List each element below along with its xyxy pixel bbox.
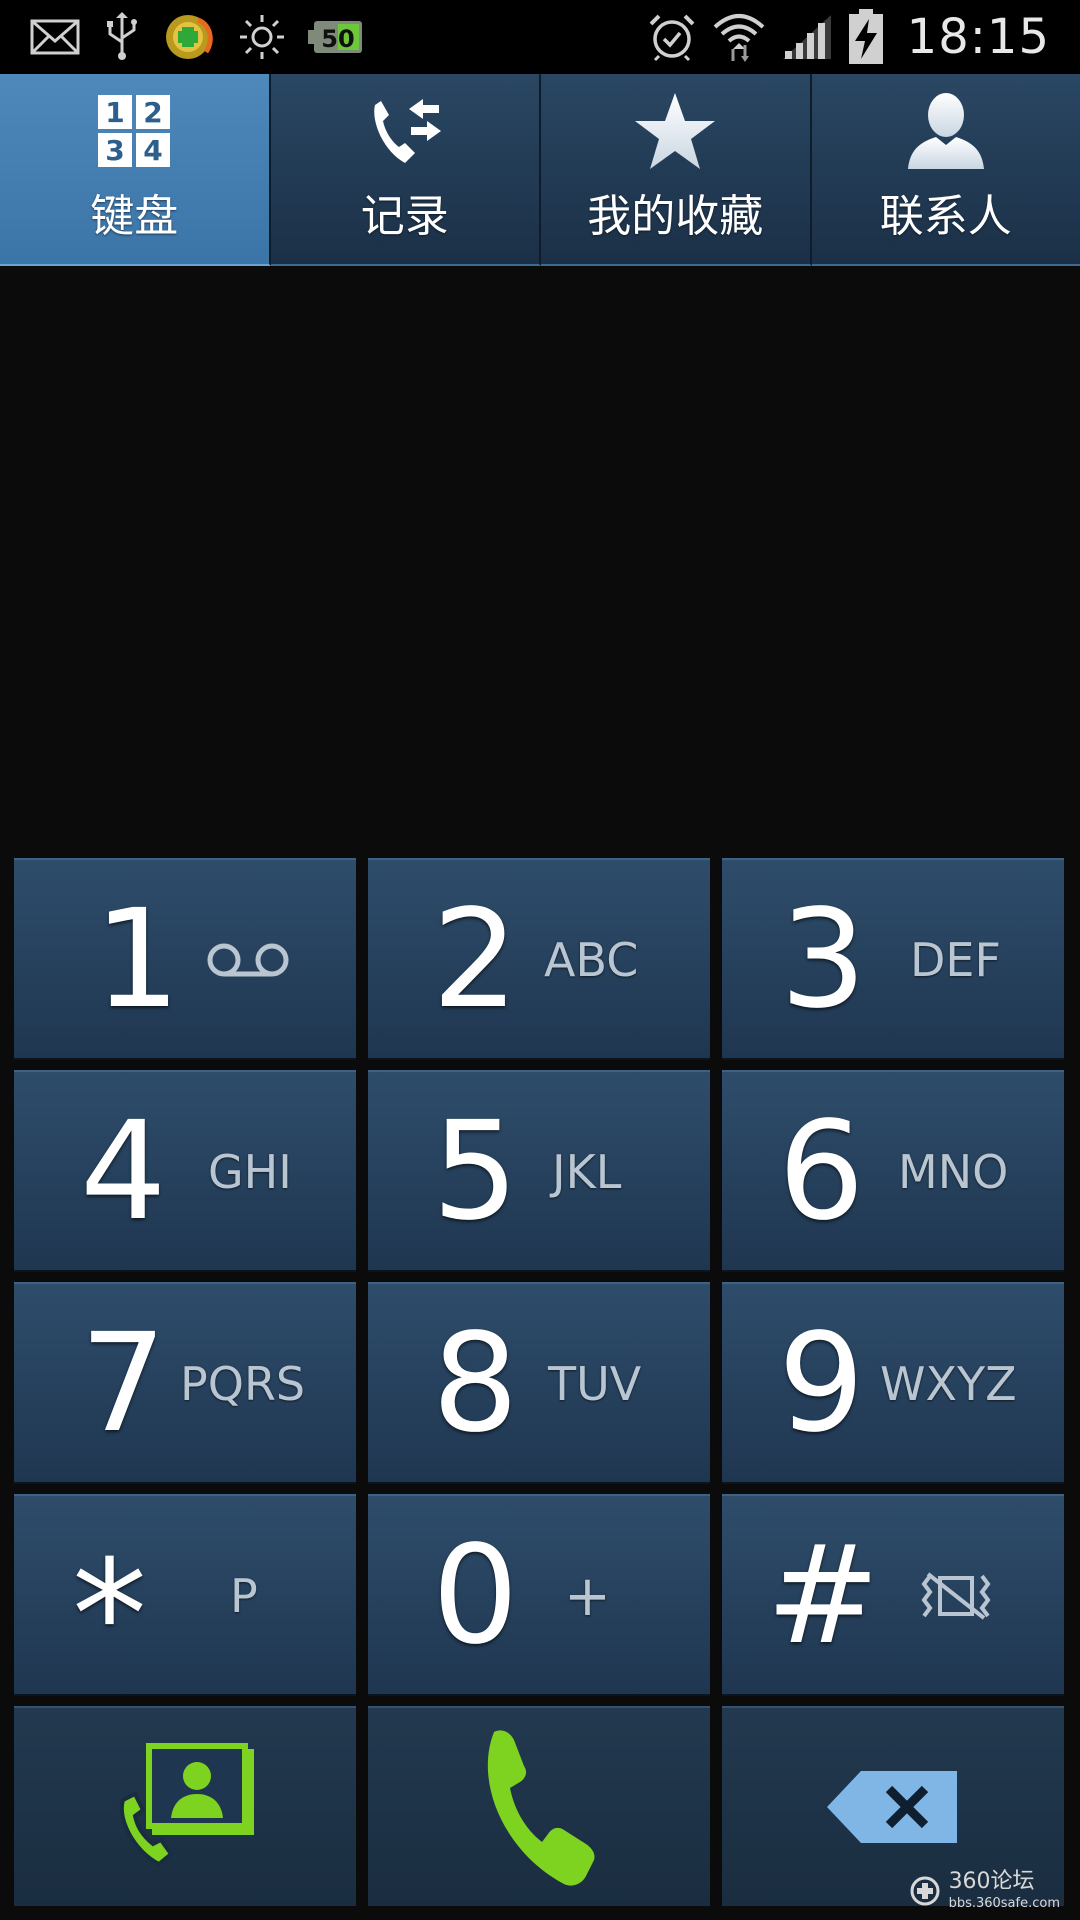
key-8[interactable]: 8 TUV	[368, 1282, 710, 1482]
key-letters: WXYZ	[880, 1357, 1017, 1411]
key-letters: ABC	[544, 933, 639, 987]
key-digit: 7	[80, 1305, 167, 1463]
key-digit: 6	[778, 1093, 865, 1251]
tab-label: 键盘	[90, 191, 179, 242]
key-hash[interactable]: #	[722, 1494, 1064, 1694]
key-6[interactable]: 6 MNO	[722, 1070, 1064, 1270]
svg-text:1: 1	[106, 96, 125, 129]
svg-text:3: 3	[106, 134, 125, 167]
status-bar: 50 18:15	[0, 0, 1080, 74]
key-digit: 4	[80, 1093, 167, 1251]
tab-favorites[interactable]: 我的收藏	[541, 74, 812, 266]
alarm-icon	[649, 14, 695, 62]
call-button[interactable]	[368, 1706, 710, 1906]
watermark-text: 360论坛	[948, 1869, 1035, 1894]
watermark-url: bbs.360safe.com	[948, 1896, 1060, 1911]
wifi-icon	[713, 14, 765, 62]
tab-bar: 1 2 3 4 键盘 记录 我的收藏 联系人	[0, 74, 1080, 266]
voicemail-icon	[204, 860, 294, 1060]
tab-label: 我的收藏	[587, 191, 764, 242]
keypad-icon: 1 2 3 4	[96, 86, 172, 176]
tab-label: 联系人	[879, 191, 1012, 242]
key-letters: P	[230, 1569, 258, 1623]
key-9[interactable]: 9 WXYZ	[722, 1282, 1064, 1482]
signal-icon	[782, 15, 831, 59]
call-log-icon	[365, 86, 445, 176]
key-digit: 2	[432, 881, 519, 1039]
brightness-icon	[240, 15, 284, 59]
app-notification-icon	[166, 15, 213, 59]
usb-icon	[107, 12, 137, 60]
key-3[interactable]: 3 DEF	[722, 858, 1064, 1058]
status-time: 18:15	[906, 9, 1050, 65]
key-letters: PQRS	[180, 1357, 306, 1411]
add-contact-icon	[119, 1743, 254, 1867]
key-5[interactable]: 5 JKL	[368, 1070, 710, 1270]
key-0[interactable]: 0 +	[368, 1494, 710, 1694]
key-7[interactable]: 7 PQRS	[14, 1282, 356, 1482]
key-digit: 0	[432, 1517, 519, 1675]
watermark-logo-icon	[910, 1876, 940, 1905]
key-star[interactable]: * P	[14, 1494, 356, 1694]
key-1[interactable]: 1	[14, 858, 356, 1058]
key-digit: 8	[432, 1305, 519, 1463]
tab-call-log[interactable]: 记录	[270, 74, 541, 266]
key-digit: 5	[432, 1093, 519, 1251]
key-digit: *	[72, 1529, 147, 1703]
backspace-icon	[827, 1771, 957, 1843]
tab-label: 记录	[360, 191, 449, 242]
key-letters: JKL	[552, 1145, 622, 1199]
battery-charging-icon	[848, 9, 883, 64]
watermark: 360论坛 bbs.360safe.com	[909, 1871, 1060, 1910]
key-digit: #	[766, 1517, 880, 1675]
status-bar-right: 18:15	[647, 0, 1050, 74]
status-bar-left: 50	[30, 0, 364, 74]
key-letters: GHI	[208, 1145, 292, 1199]
tab-contacts[interactable]: 联系人	[811, 74, 1080, 266]
vibrate-off-icon	[916, 1496, 996, 1696]
svg-text:2: 2	[144, 96, 163, 129]
key-digit: 9	[778, 1305, 865, 1463]
key-digit: 1	[94, 881, 181, 1039]
contact-icon	[904, 86, 988, 176]
star-icon	[633, 86, 717, 176]
key-letters: +	[564, 1563, 611, 1629]
svg-text:4: 4	[144, 134, 163, 167]
svg-text:50: 50	[321, 25, 354, 53]
key-letters: DEF	[910, 933, 1001, 987]
key-2[interactable]: 2 ABC	[368, 858, 710, 1058]
phone-icon	[487, 1730, 595, 1886]
key-letters: MNO	[898, 1145, 1009, 1199]
battery-50-icon: 50	[308, 21, 362, 53]
key-digit: 3	[780, 881, 867, 1039]
number-display[interactable]	[0, 266, 1080, 854]
mail-icon	[30, 19, 80, 55]
tab-keypad[interactable]: 1 2 3 4 键盘	[0, 74, 271, 266]
key-letters: TUV	[548, 1357, 642, 1411]
add-to-contacts-button[interactable]	[14, 1706, 356, 1906]
key-4[interactable]: 4 GHI	[14, 1070, 356, 1270]
